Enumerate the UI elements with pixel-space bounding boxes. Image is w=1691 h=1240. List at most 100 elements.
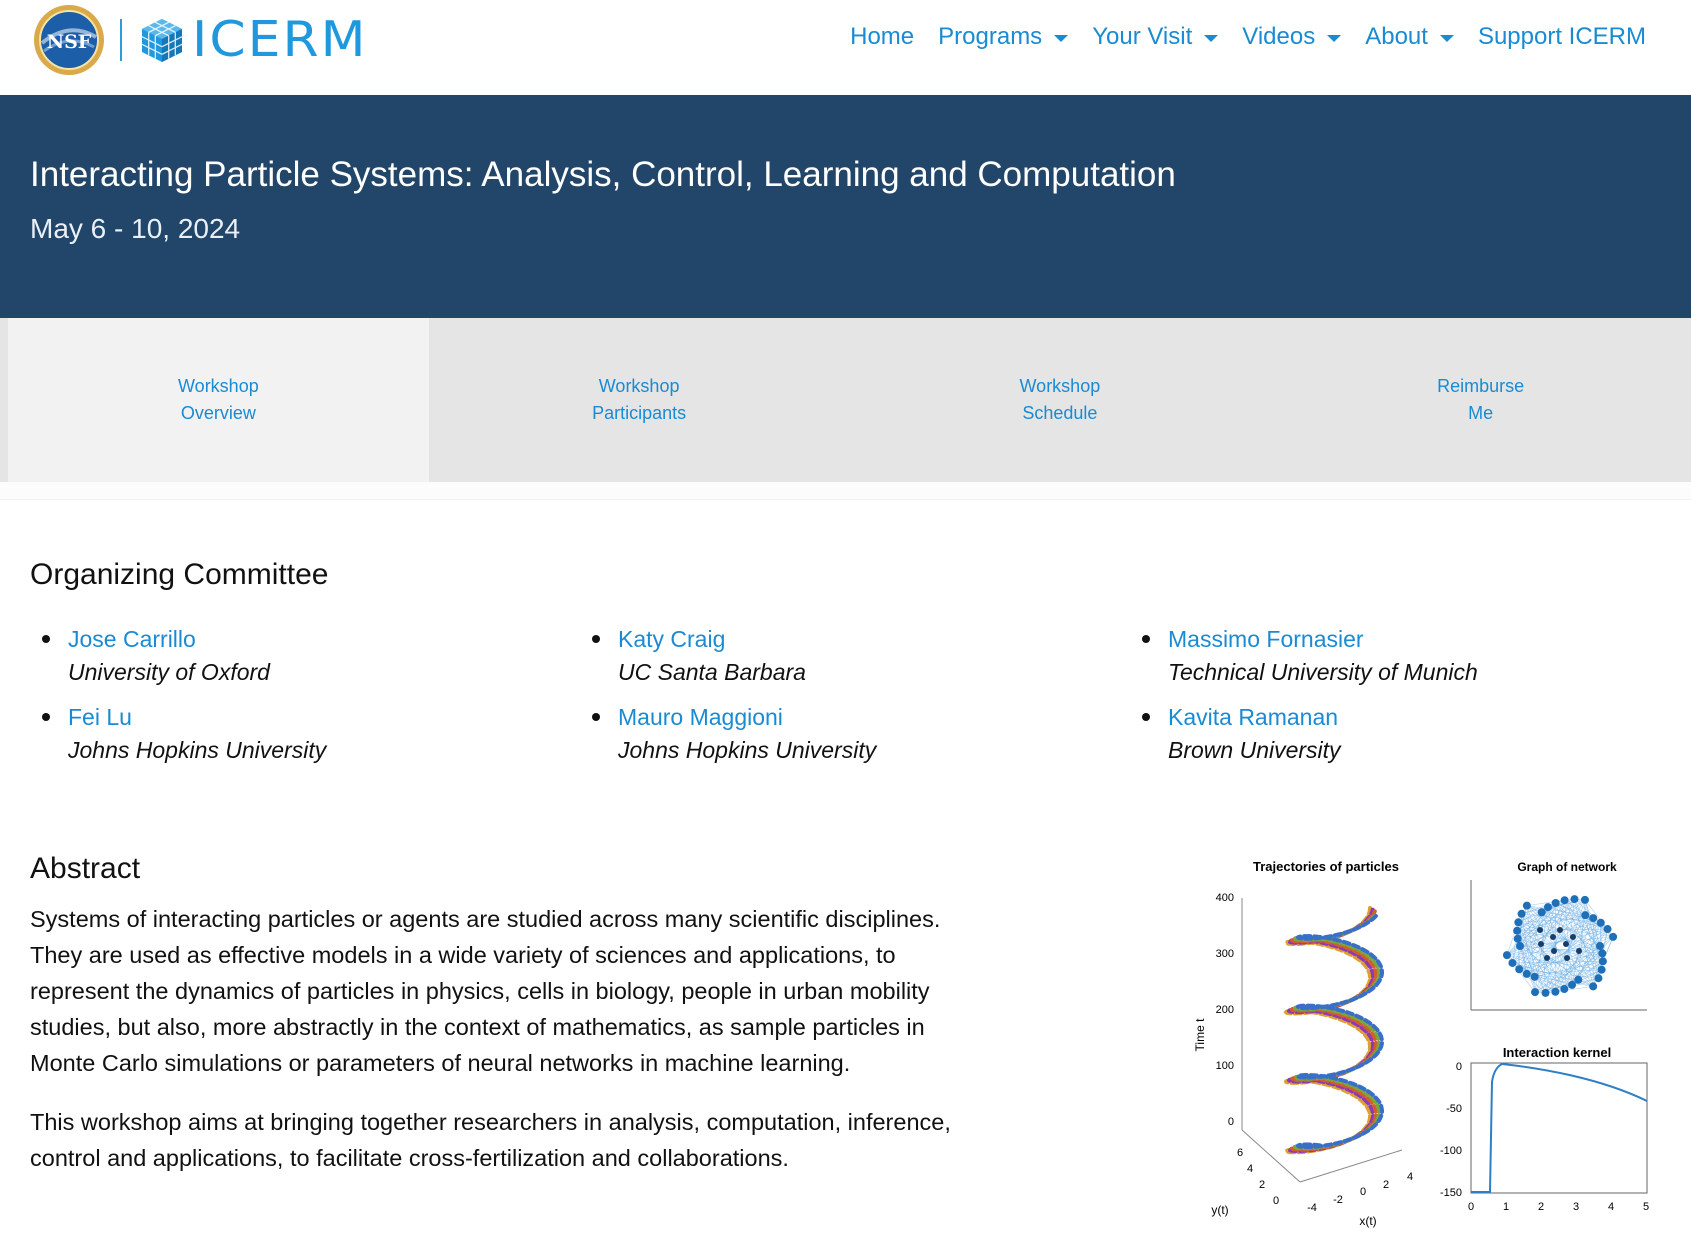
y-tick: 4 — [1247, 1163, 1253, 1175]
panel3-title: Interaction kernel — [1503, 1045, 1611, 1060]
nsf-logo[interactable]: NSF — [32, 3, 106, 77]
network-node — [1502, 951, 1511, 960]
network-node — [1543, 903, 1552, 912]
y-tick: 6 — [1237, 1147, 1243, 1159]
kernel-curve — [1471, 1062, 1648, 1193]
network-node — [1609, 932, 1618, 941]
caret-down-icon — [1204, 34, 1219, 42]
icerm-logo[interactable]: ICERM — [138, 14, 368, 66]
network-node — [1596, 918, 1605, 927]
network-node — [1522, 969, 1531, 978]
network-node — [1551, 898, 1560, 907]
z-tick: 0 — [1228, 1116, 1234, 1128]
program-banner: Interacting Particle Systems: Analysis, … — [0, 95, 1691, 318]
member-name-link[interactable]: Kavita Ramanan — [1168, 700, 1680, 734]
network-node — [1581, 911, 1590, 920]
network-node — [1560, 985, 1569, 994]
network-node — [1596, 942, 1604, 950]
member-name-link[interactable]: Fei Lu — [68, 700, 580, 734]
nav-your-visit[interactable]: Your Visit — [1080, 23, 1230, 51]
panel2-title: Graph of network — [1517, 860, 1617, 874]
nav-programs[interactable]: Programs — [926, 23, 1080, 51]
x-tick: 1 — [1503, 1201, 1509, 1213]
tab-workshop-schedule[interactable]: Workshop Schedule — [850, 318, 1271, 482]
network-node — [1589, 982, 1598, 991]
member-affiliation: Brown University — [1168, 737, 1341, 763]
caret-down-icon — [1054, 34, 1069, 42]
member-affiliation: Johns Hopkins University — [618, 737, 877, 763]
nav-about-label: About — [1365, 23, 1428, 50]
nav-about[interactable]: About — [1353, 23, 1466, 51]
logo-divider — [120, 19, 122, 61]
list-item: Mauro Maggioni Johns Hopkins University — [580, 700, 1130, 766]
x-tick: 3 — [1573, 1201, 1579, 1213]
x-tick: 0 — [1360, 1186, 1366, 1198]
program-title: Interacting Particle Systems: Analysis, … — [30, 155, 1176, 194]
network-node — [1557, 927, 1563, 933]
program-date: May 6 - 10, 2024 — [30, 213, 241, 244]
x-tick: 2 — [1383, 1179, 1389, 1191]
tab-workshop-participants[interactable]: Workshop Participants — [429, 318, 850, 482]
nav-home-label: Home — [850, 23, 915, 50]
network-node — [1541, 988, 1550, 997]
network-node — [1544, 955, 1550, 961]
list-item: Katy Craig UC Santa Barbara — [580, 622, 1130, 688]
nav-support-icerm[interactable]: Support ICERM — [1466, 23, 1658, 51]
nav-home[interactable]: Home — [838, 23, 926, 51]
committee-heading: Organizing Committee — [30, 558, 329, 591]
network-node — [1570, 934, 1576, 940]
member-affiliation: Johns Hopkins University — [68, 737, 327, 763]
tab-workshop-overview[interactable]: Workshop Overview — [8, 318, 429, 482]
member-name-link[interactable]: Mauro Maggioni — [618, 700, 1130, 734]
network-node — [1598, 949, 1607, 958]
abstract-body: Systems of interacting particles or agen… — [30, 901, 990, 1199]
network-node — [1513, 926, 1522, 935]
abstract-paragraph: This workshop aims at bringing together … — [30, 1109, 951, 1171]
z-tick: 300 — [1216, 948, 1234, 960]
network-graph — [1470, 880, 1647, 1011]
nav-support-label: Support ICERM — [1477, 23, 1646, 50]
x-tick: 4 — [1407, 1171, 1413, 1183]
list-item: Kavita Ramanan Brown University — [1130, 700, 1680, 766]
network-node — [1513, 934, 1522, 943]
network-node — [1560, 896, 1569, 905]
network-node — [1537, 908, 1546, 917]
tab-line: Me — [1468, 403, 1494, 423]
tab-line: Overview — [180, 403, 256, 423]
network-node — [1570, 895, 1579, 904]
network-node — [1597, 965, 1606, 974]
tabs-divider — [0, 482, 1691, 500]
nav-videos-label: Videos — [1242, 23, 1316, 50]
network-node — [1537, 927, 1543, 933]
logo-group: NSF ICERM — [32, 4, 368, 76]
particle-systems-figure: Trajectories of particles 400 300 2 0 0 1 0… — [1193, 859, 1649, 1228]
network-node — [1508, 958, 1517, 967]
network-node — [1580, 895, 1589, 904]
tab-line: Workshop — [598, 376, 680, 396]
y-tick: -100 — [1440, 1145, 1462, 1157]
network-node — [1550, 934, 1556, 940]
x-tick: 0 — [1468, 1201, 1474, 1213]
tab-reimburse-me[interactable]: Reimburse Me — [1270, 318, 1691, 482]
network-node — [1551, 948, 1557, 954]
panel1-title: Trajectories of particles — [1253, 859, 1399, 874]
x-tick: 4 — [1608, 1201, 1614, 1213]
network-node — [1576, 948, 1582, 954]
tab-line: Reimburse — [1437, 376, 1525, 396]
trajectories-plot: 400 300 200 100 0 Time t 6 4 2 0 y(t) -4… — [1193, 892, 1413, 1228]
caret-down-icon — [1439, 34, 1454, 42]
z-tick: 400 — [1216, 892, 1234, 904]
network-node — [1517, 909, 1526, 918]
y-tick: -150 — [1440, 1187, 1462, 1199]
member-affiliation: University of Oxford — [68, 659, 270, 685]
network-node — [1551, 987, 1560, 996]
member-name-link[interactable]: Massimo Fornasier — [1168, 622, 1680, 656]
particle-trajectories — [1283, 906, 1384, 1155]
svg-text:NSF: NSF — [47, 31, 92, 53]
list-item: Massimo Fornasier Technical University o… — [1130, 622, 1680, 688]
member-name-link[interactable]: Jose Carrillo — [68, 622, 580, 656]
network-node — [1514, 918, 1523, 927]
nav-videos[interactable]: Videos — [1230, 23, 1353, 51]
member-name-link[interactable]: Katy Craig — [618, 622, 1130, 656]
y-axis-label: y(t) — [1211, 1203, 1228, 1217]
